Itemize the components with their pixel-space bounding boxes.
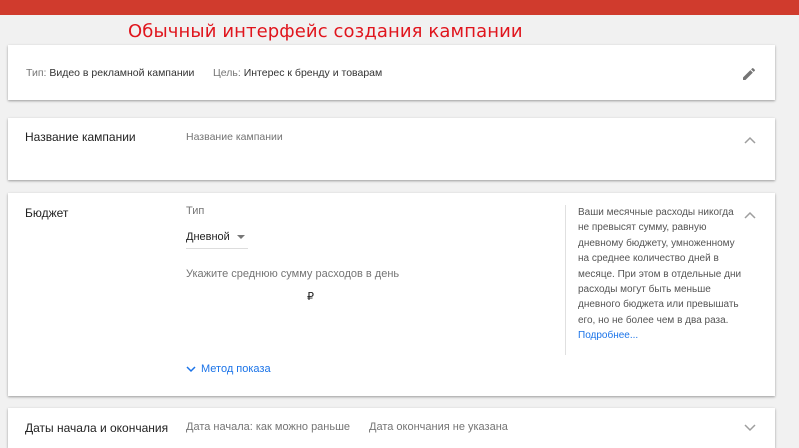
dropdown-arrow-icon [237,235,245,239]
end-date-value[interactable]: Дата окончания не указана [369,421,508,433]
budget-type-value: Дневной [186,231,230,243]
campaign-name-input[interactable]: Название кампании [186,131,283,143]
campaign-name-section-title: Название кампании [25,130,136,144]
delivery-method-label: Метод показа [201,363,271,375]
campaign-summary-card: Тип: Видео в рекламной кампании Цель: Ин… [8,45,775,100]
learn-more-link[interactable]: Подробнее... [578,330,638,341]
chevron-down-icon[interactable] [744,424,756,432]
start-date-value[interactable]: Дата начала: как можно раньше [186,421,350,433]
chevron-down-icon [186,366,196,372]
top-app-bar [0,0,799,15]
dates-section-title: Даты начала и окончания [25,421,169,435]
summary-goal-value: Интерес к бренду и товарам [243,67,383,79]
budget-help-text: Ваши месячные расходы никогда не превыся… [578,207,742,326]
summary-type-value: Видео в рекламной кампании [49,67,195,79]
pencil-icon[interactable] [741,66,757,82]
summary-type-label: Тип: [26,67,47,79]
budget-card: Бюджет Тип Дневной Укажите среднюю сумму… [8,193,775,396]
budget-section-title: Бюджет [25,206,69,220]
summary-goal-label: Цель: [213,67,241,79]
summary-type: Тип: Видео в рекламной кампании [26,67,194,79]
campaign-name-card: Название кампании Название кампании [8,118,775,180]
delivery-method-toggle[interactable]: Метод показа [186,363,271,375]
budget-help-panel: Ваши месячные расходы никогда не превыся… [565,205,743,355]
chevron-up-icon[interactable] [744,211,756,219]
summary-goal: Цель: Интерес к бренду и товарам [213,67,382,79]
budget-amount-input[interactable]: ₽ [307,290,314,303]
budget-type-label: Тип [186,205,205,217]
budget-amount-hint: Укажите среднюю сумму расходов в день [186,268,400,280]
dates-card: Даты начала и окончания Дата начала: как… [8,408,775,448]
chevron-up-icon[interactable] [744,136,756,144]
page-banner-title: Обычный интерфейс создания кампании [128,21,523,42]
budget-type-select[interactable]: Дневной [186,231,248,249]
